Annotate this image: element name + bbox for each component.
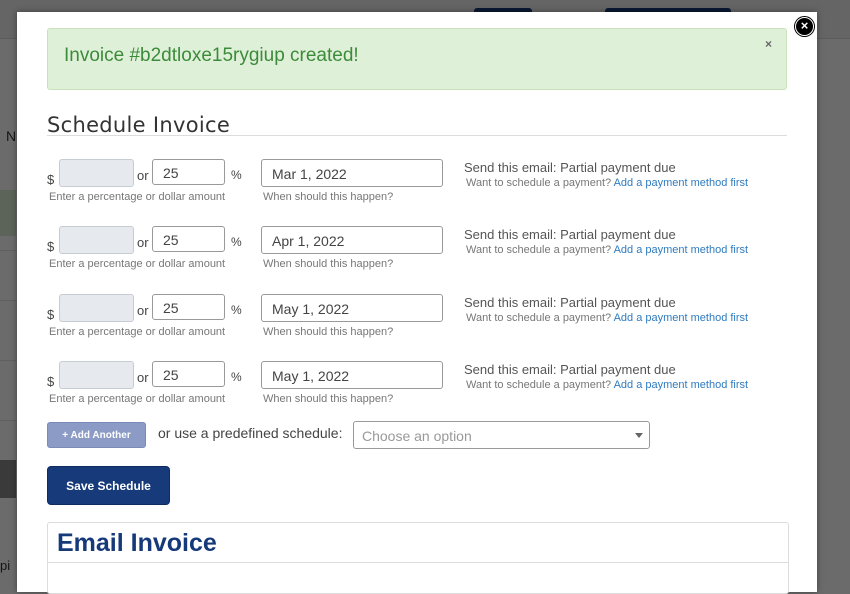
percent-input[interactable]: 25	[152, 294, 225, 320]
date-hint: When should this happen?	[263, 326, 394, 338]
date-hint: When should this happen?	[263, 393, 394, 405]
percent-input[interactable]: 25	[152, 226, 225, 252]
email-template-label: Send this email: Partial payment due	[464, 295, 676, 310]
date-input[interactable]: Mar 1, 2022	[261, 159, 443, 187]
schedule-invoice-modal: Invoice #b2dtloxe15rygiup created! × Sch…	[17, 12, 817, 594]
email-template-label: Send this email: Partial payment due	[464, 362, 676, 377]
schedule-row: $ or 25 % Enter a percentage or dollar a…	[47, 159, 787, 215]
date-hint: When should this happen?	[263, 191, 394, 203]
email-template-label: Send this email: Partial payment due	[464, 227, 676, 242]
schedule-row: $ or 25 % Enter a percentage or dollar a…	[47, 294, 787, 350]
payment-note-text: Want to schedule a payment?	[466, 177, 612, 189]
or-label: or	[137, 370, 149, 385]
currency-symbol: $	[47, 307, 55, 322]
payment-note: Want to schedule a payment? Add a paymen…	[466, 379, 748, 391]
section-title: Schedule Invoice	[47, 113, 231, 137]
currency-symbol: $	[47, 239, 55, 254]
email-invoice-title: Email Invoice	[57, 529, 217, 557]
add-payment-method-link[interactable]: Add a payment method first	[614, 312, 749, 324]
date-input[interactable]: May 1, 2022	[261, 294, 443, 322]
predefined-schedule-label: or use a predefined schedule:	[158, 425, 343, 441]
payment-note: Want to schedule a payment? Add a paymen…	[466, 312, 748, 324]
divider	[48, 562, 788, 563]
predefined-schedule-select[interactable]: Choose an option	[353, 421, 650, 449]
percent-input[interactable]: 25	[152, 361, 225, 387]
percent-symbol: %	[231, 370, 242, 384]
select-placeholder: Choose an option	[362, 428, 472, 444]
amount-hint: Enter a percentage or dollar amount	[49, 326, 226, 338]
payment-note: Want to schedule a payment? Add a paymen…	[466, 244, 748, 256]
amount-hint: Enter a percentage or dollar amount	[49, 258, 226, 270]
success-alert: Invoice #b2dtloxe15rygiup created! ×	[47, 28, 787, 90]
add-payment-method-link[interactable]: Add a payment method first	[614, 379, 749, 391]
add-another-button[interactable]: + Add Another	[47, 422, 146, 448]
or-label: or	[137, 235, 149, 250]
divider	[47, 135, 787, 136]
date-hint: When should this happen?	[263, 258, 394, 270]
amount-hint: Enter a percentage or dollar amount	[49, 393, 226, 405]
add-payment-method-link[interactable]: Add a payment method first	[614, 177, 749, 189]
payment-note: Want to schedule a payment? Add a paymen…	[466, 177, 748, 189]
amount-hint: Enter a percentage or dollar amount	[49, 191, 226, 203]
payment-note-text: Want to schedule a payment?	[466, 244, 612, 256]
or-label: or	[137, 303, 149, 318]
email-invoice-panel: Email Invoice	[47, 522, 789, 594]
amount-input[interactable]	[59, 294, 134, 322]
add-payment-method-link[interactable]: Add a payment method first	[614, 244, 749, 256]
amount-input[interactable]	[59, 361, 134, 389]
payment-note-text: Want to schedule a payment?	[466, 379, 612, 391]
currency-symbol: $	[47, 172, 55, 187]
percent-symbol: %	[231, 303, 242, 317]
alert-message: Invoice #b2dtloxe15rygiup created!	[64, 45, 359, 66]
payment-note-text: Want to schedule a payment?	[466, 312, 612, 324]
date-input[interactable]: Apr 1, 2022	[261, 226, 443, 254]
email-template-label: Send this email: Partial payment due	[464, 160, 676, 175]
chevron-down-icon	[635, 433, 643, 438]
or-label: or	[137, 168, 149, 183]
percent-symbol: %	[231, 235, 242, 249]
amount-input[interactable]	[59, 159, 134, 187]
percent-input[interactable]: 25	[152, 159, 225, 185]
alert-close-icon[interactable]: ×	[765, 37, 772, 51]
date-input[interactable]: May 1, 2022	[261, 361, 443, 389]
currency-symbol: $	[47, 374, 55, 389]
schedule-row: $ or 25 % Enter a percentage or dollar a…	[47, 361, 787, 417]
schedule-row: $ or 25 % Enter a percentage or dollar a…	[47, 226, 787, 282]
save-schedule-button[interactable]: Save Schedule	[47, 466, 170, 505]
close-icon[interactable]: ×	[795, 17, 814, 36]
percent-symbol: %	[231, 168, 242, 182]
amount-input[interactable]	[59, 226, 134, 254]
